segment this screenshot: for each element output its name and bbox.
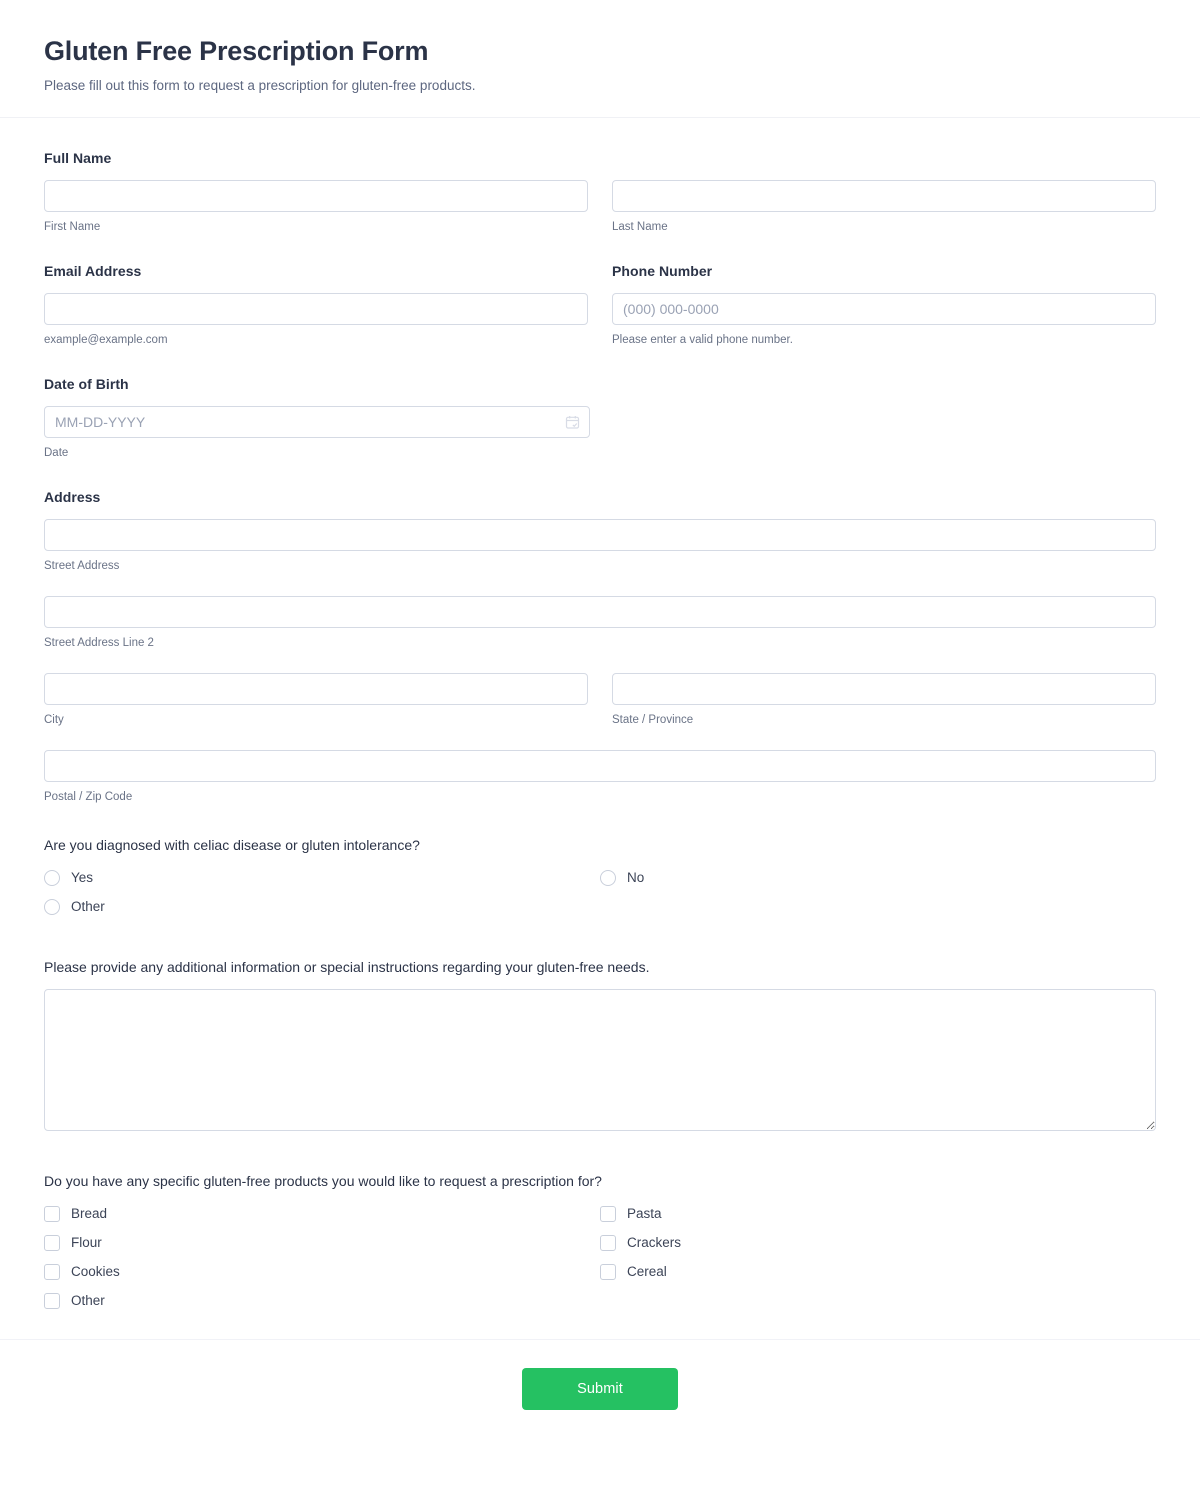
additional-info-question: Please provide any additional informatio… bbox=[44, 959, 650, 975]
dob-spacer bbox=[614, 406, 1156, 461]
checkbox-option-crackers[interactable]: Crackers bbox=[600, 1232, 1156, 1253]
city-input[interactable] bbox=[44, 673, 588, 705]
radio-label: Yes bbox=[71, 869, 94, 885]
additional-info-textarea[interactable] bbox=[44, 989, 1156, 1131]
submit-button[interactable]: Submit bbox=[522, 1368, 678, 1410]
phone-label: Phone Number bbox=[612, 263, 713, 279]
email-group: Email Address example@example.com bbox=[44, 261, 588, 348]
products-options-left: Bread Flour Cookies Other bbox=[44, 1203, 600, 1311]
dob-input[interactable] bbox=[44, 406, 590, 438]
radio-label: Other bbox=[71, 898, 105, 914]
checkbox-label: Crackers bbox=[627, 1234, 682, 1250]
diagnosis-question: Are you diagnosed with celiac disease or… bbox=[44, 837, 420, 853]
street-address-input[interactable] bbox=[44, 519, 1156, 551]
field-additional-info: Please provide any additional informatio… bbox=[44, 957, 1156, 1131]
radio-option-other[interactable]: Other bbox=[44, 896, 600, 917]
address-label: Address bbox=[44, 489, 101, 505]
phone-group: Phone Number Please enter a valid phone … bbox=[612, 261, 1156, 348]
postal-code-sublabel: Postal / Zip Code bbox=[44, 791, 133, 803]
last-name-sublabel: Last Name bbox=[612, 221, 668, 233]
page-title: Gluten Free Prescription Form bbox=[44, 36, 429, 66]
dob-label: Date of Birth bbox=[44, 376, 129, 392]
postal-code-input[interactable] bbox=[44, 750, 1156, 782]
field-full-name: Full Name First Name Last Name bbox=[44, 148, 1156, 235]
full-name-label: Full Name bbox=[44, 150, 112, 166]
field-email-phone: Email Address example@example.com Phone … bbox=[44, 261, 1156, 348]
city-state-row: City State / Province bbox=[44, 673, 1156, 728]
email-sublabel: example@example.com bbox=[44, 334, 168, 346]
state-group: State / Province bbox=[612, 673, 1156, 728]
radio-label: No bbox=[627, 869, 645, 885]
radio-option-yes[interactable]: Yes bbox=[44, 867, 600, 888]
dob-group: Date bbox=[44, 406, 590, 461]
form-header: Gluten Free Prescription Form Please fil… bbox=[0, 0, 1200, 118]
street-address-2-sublabel: Street Address Line 2 bbox=[44, 637, 154, 649]
radio-icon[interactable] bbox=[44, 898, 60, 915]
postal-code-group: Postal / Zip Code bbox=[44, 750, 1156, 805]
checkbox-option-cereal[interactable]: Cereal bbox=[600, 1261, 1156, 1282]
checkbox-icon[interactable] bbox=[600, 1205, 616, 1222]
radio-icon[interactable] bbox=[600, 869, 616, 886]
checkbox-option-pasta[interactable]: Pasta bbox=[600, 1203, 1156, 1224]
city-sublabel: City bbox=[44, 714, 64, 726]
email-label: Email Address bbox=[44, 263, 142, 279]
checkbox-label: Bread bbox=[71, 1205, 108, 1221]
checkbox-label: Flour bbox=[71, 1234, 102, 1250]
checkbox-option-bread[interactable]: Bread bbox=[44, 1203, 600, 1224]
checkbox-label: Cookies bbox=[71, 1263, 120, 1279]
dob-sublabel: Date bbox=[44, 447, 69, 459]
first-name-group: First Name bbox=[44, 180, 588, 235]
dob-input-wrap bbox=[44, 406, 590, 438]
field-date-of-birth: Date of Birth MM-DD-YYYY Date bbox=[44, 374, 1156, 461]
page-subtitle: Please fill out this form to request a p… bbox=[44, 78, 476, 93]
checkbox-icon[interactable] bbox=[44, 1292, 60, 1309]
street-address-2-group: Street Address Line 2 bbox=[44, 596, 1156, 651]
street-address-sublabel: Street Address bbox=[44, 560, 120, 572]
first-name-sublabel: First Name bbox=[44, 221, 101, 233]
dob-row: Date bbox=[44, 406, 1156, 461]
last-name-input[interactable] bbox=[612, 180, 1156, 212]
diagnosis-options: Yes Other No bbox=[44, 867, 1156, 917]
field-products: Do you have any specific gluten-free pro… bbox=[44, 1171, 1156, 1311]
diagnosis-options-left: Yes Other bbox=[44, 867, 600, 917]
phone-sublabel: Please enter a valid phone number. bbox=[612, 334, 793, 346]
street-address-group: Street Address bbox=[44, 519, 1156, 574]
checkbox-icon[interactable] bbox=[600, 1263, 616, 1280]
state-input[interactable] bbox=[612, 673, 1156, 705]
products-options-right: Pasta Crackers Cereal bbox=[600, 1203, 1156, 1311]
checkbox-label: Cereal bbox=[627, 1263, 667, 1279]
field-address: Address Street Address Street Address Li… bbox=[44, 487, 1156, 805]
street-address-2-input[interactable] bbox=[44, 596, 1156, 628]
state-sublabel: State / Province bbox=[612, 714, 694, 726]
checkbox-option-other[interactable]: Other bbox=[44, 1290, 600, 1311]
checkbox-option-cookies[interactable]: Cookies bbox=[44, 1261, 600, 1282]
city-group: City bbox=[44, 673, 588, 728]
phone-input[interactable] bbox=[612, 293, 1156, 325]
checkbox-icon[interactable] bbox=[44, 1263, 60, 1280]
checkbox-option-flour[interactable]: Flour bbox=[44, 1232, 600, 1253]
checkbox-icon[interactable] bbox=[600, 1234, 616, 1251]
radio-icon[interactable] bbox=[44, 869, 60, 886]
email-input[interactable] bbox=[44, 293, 588, 325]
form-footer: Submit bbox=[0, 1339, 1200, 1442]
full-name-row: First Name Last Name bbox=[44, 180, 1156, 235]
checkbox-icon[interactable] bbox=[44, 1205, 60, 1222]
last-name-group: Last Name bbox=[612, 180, 1156, 235]
radio-option-no[interactable]: No bbox=[600, 867, 1156, 888]
form-page: Gluten Free Prescription Form Please fil… bbox=[0, 0, 1200, 1442]
form-body: Full Name First Name Last Name Email Add… bbox=[0, 118, 1200, 1311]
products-options: Bread Flour Cookies Other Pasta Crackers… bbox=[44, 1203, 1156, 1311]
checkbox-label: Pasta bbox=[627, 1205, 662, 1221]
checkbox-label: Other bbox=[71, 1292, 105, 1308]
field-diagnosis: Are you diagnosed with celiac disease or… bbox=[44, 835, 1156, 917]
checkbox-icon[interactable] bbox=[44, 1234, 60, 1251]
first-name-input[interactable] bbox=[44, 180, 588, 212]
products-question: Do you have any specific gluten-free pro… bbox=[44, 1173, 602, 1189]
diagnosis-options-right: No bbox=[600, 867, 1156, 917]
email-phone-row: Email Address example@example.com Phone … bbox=[44, 261, 1156, 348]
